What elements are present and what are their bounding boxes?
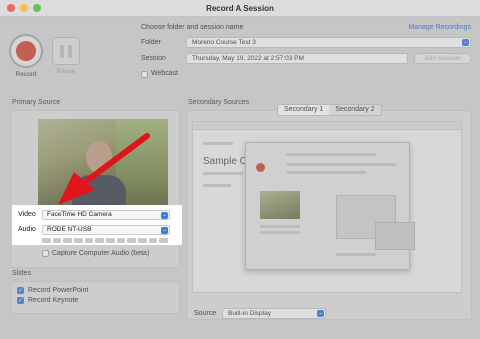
annotation-arrow — [58, 133, 150, 205]
arrow-shaft — [77, 133, 150, 189]
